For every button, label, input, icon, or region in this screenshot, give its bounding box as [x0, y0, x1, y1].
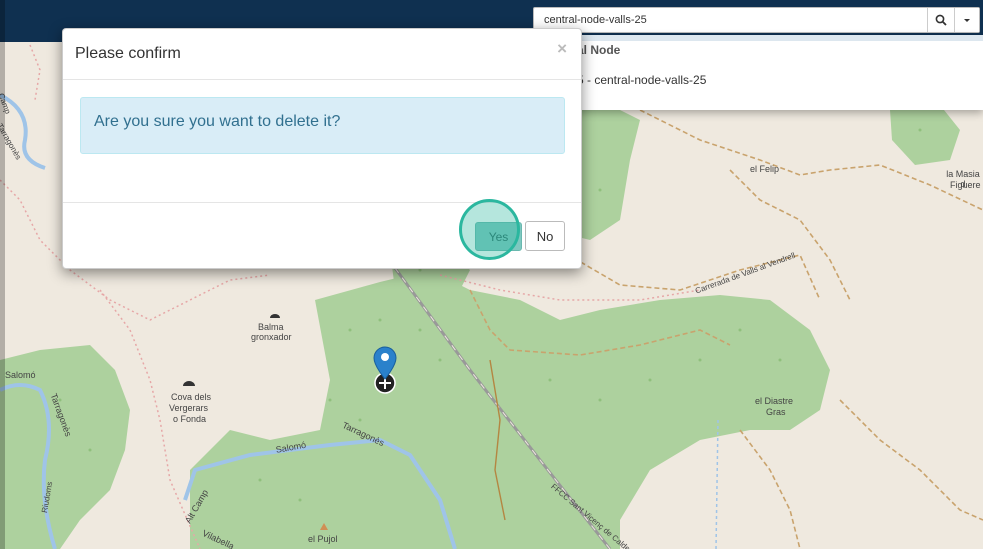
results-group-heading: al Node [577, 43, 621, 57]
confirm-message: Are you sure you want to delete it? [94, 113, 341, 130]
map-label-cova: Cova dels [171, 392, 212, 402]
map-label-balma-2: gronxador [251, 332, 292, 342]
search-input[interactable] [534, 8, 927, 32]
map-marker-icon[interactable] [372, 346, 398, 394]
map-label-felip: el Felip [750, 164, 780, 174]
results-item[interactable]: 5 - central-node-valls-25 [577, 73, 706, 87]
dialog-footer-divider [63, 202, 581, 203]
yes-button[interactable]: Yes [475, 222, 522, 251]
results-bar [533, 35, 983, 41]
map-label-salomo-1: Salomó [5, 370, 36, 380]
caret-down-icon [964, 18, 970, 22]
map-label-cova-2: Vergerars [169, 403, 209, 413]
dialog-header: Please confirm × [63, 29, 581, 80]
map-label-balma: Balma [258, 322, 284, 332]
confirm-dialog: Please confirm × Are you sure you want t… [62, 28, 582, 269]
search-button[interactable] [927, 8, 954, 32]
dropdown-toggle-button[interactable] [954, 8, 979, 32]
search-box [533, 7, 980, 33]
close-icon[interactable]: × [557, 39, 567, 59]
map-label-pujol: el Pujol [308, 534, 338, 544]
map-label-diastre-2: Gras [766, 407, 786, 417]
search-results-dropdown: al Node 5 - central-node-valls-25 [533, 35, 983, 110]
map-label-cova-3: o Fonda [173, 414, 207, 424]
dialog-title: Please confirm [75, 45, 181, 62]
search-icon [935, 14, 947, 26]
no-button[interactable]: No [525, 221, 565, 251]
map-label-masia-2: Figuere [950, 180, 981, 190]
confirm-message-box: Are you sure you want to delete it? [80, 97, 565, 154]
map-label-diastre: el Diastre [755, 396, 794, 406]
modal-backdrop-edge [0, 0, 5, 549]
